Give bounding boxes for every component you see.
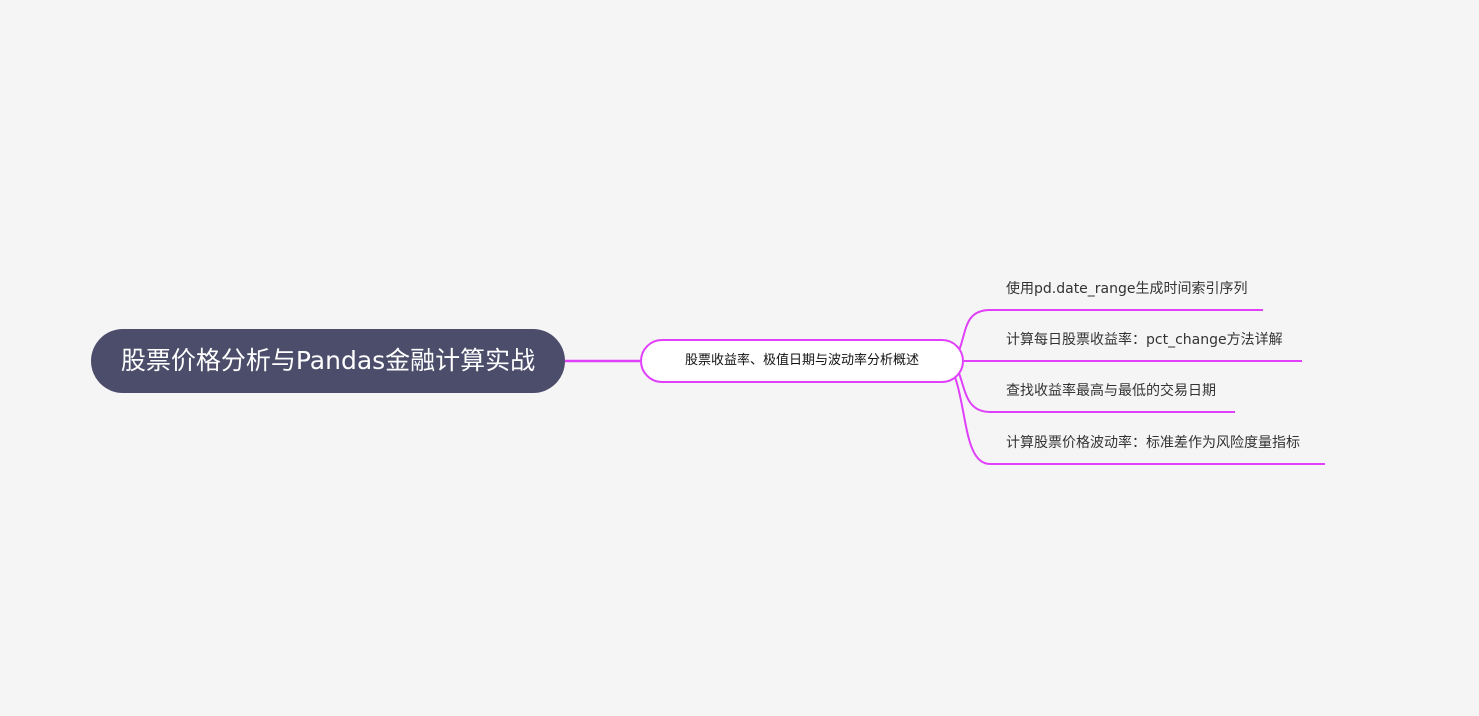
- leaf-topic-1[interactable]: 使用pd.date_range生成时间索引序列: [1006, 279, 1248, 299]
- leaf-topic-2[interactable]: 计算每日股票收益率：pct_change方法详解: [1006, 330, 1283, 350]
- mindmap-canvas: 股票价格分析与Pandas金融计算实战 股票收益率、极值日期与波动率分析概述 使…: [0, 0, 1479, 716]
- branch-topic[interactable]: 股票收益率、极值日期与波动率分析概述: [640, 339, 964, 383]
- leaf-topic-4[interactable]: 计算股票价格波动率：标准差作为风险度量指标: [1006, 433, 1300, 453]
- root-topic[interactable]: 股票价格分析与Pandas金融计算实战: [91, 329, 565, 393]
- leaf-topic-3[interactable]: 查找收益率最高与最低的交易日期: [1006, 381, 1216, 401]
